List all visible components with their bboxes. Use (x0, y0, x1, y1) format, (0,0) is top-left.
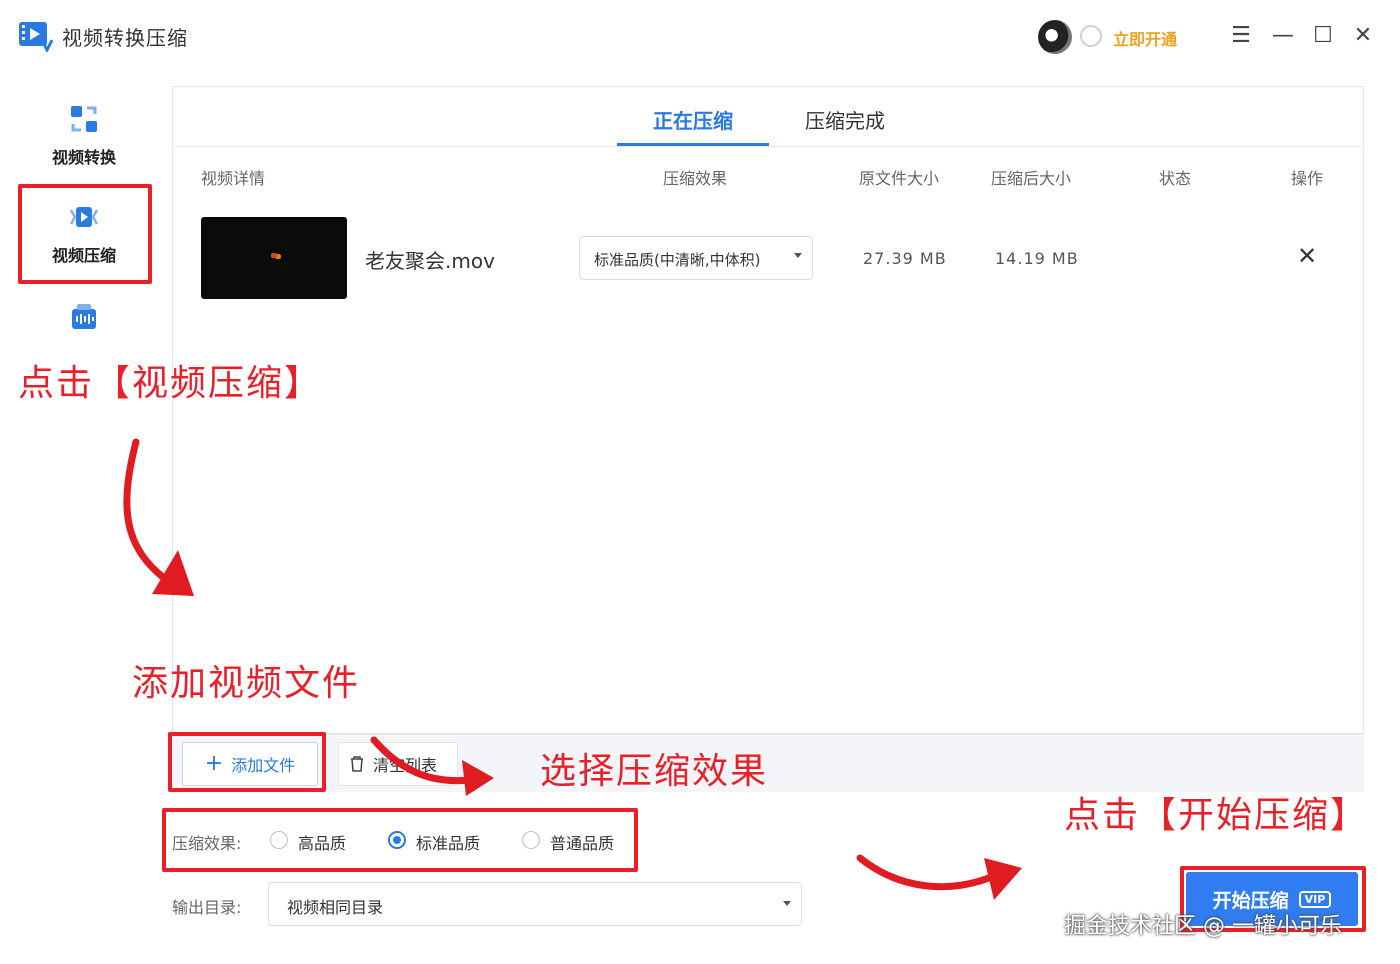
arrow-to-options (370, 736, 474, 785)
arrow-down-curve (123, 438, 168, 582)
arrow-to-start (856, 854, 998, 891)
watermark: 掘金技术社区 @ 一罐小可乐 (1064, 914, 1342, 939)
annotation-arrows (123, 438, 1022, 900)
arrow-head-start (984, 858, 1022, 900)
arrow-head-options (462, 760, 494, 796)
